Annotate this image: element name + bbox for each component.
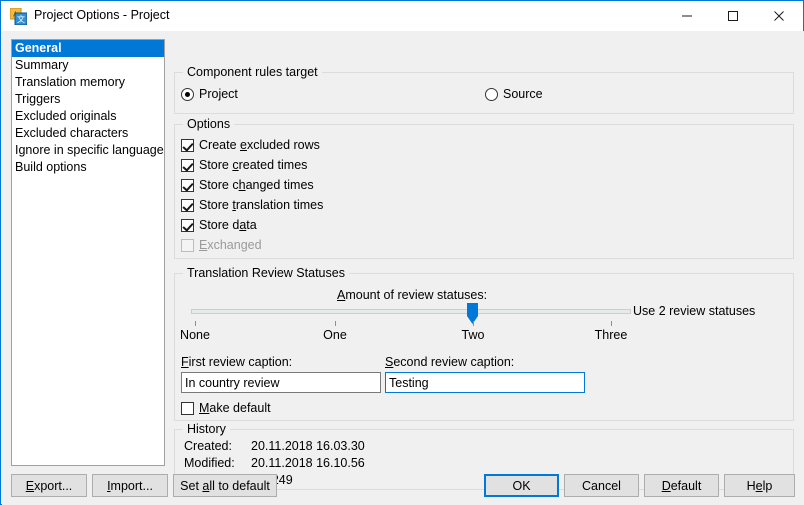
project-options-dialog: A 文 Project Options - Project General — [0, 0, 804, 505]
checkbox-exchanged-icon — [181, 238, 194, 252]
slider-label-one: One — [323, 328, 347, 342]
sidebar-item-general[interactable]: General — [12, 40, 164, 57]
checkbox-make-default[interactable]: Make default — [181, 401, 271, 415]
second-review-caption-input[interactable] — [385, 372, 585, 393]
sidebar-item-excluded-originals[interactable]: Excluded originals — [12, 108, 164, 125]
review-statuses-summary: Use 2 review statuses — [633, 304, 756, 318]
checkbox-store-translation-times[interactable]: Store translation times — [181, 198, 323, 212]
checkbox-make-default-icon — [181, 401, 194, 415]
sidebar-item-triggers[interactable]: Triggers — [12, 91, 164, 108]
translation-review-statuses-group: Translation Review Statuses Amount of re… — [174, 266, 794, 421]
first-review-caption-label: First review caption: — [181, 355, 293, 369]
checkbox-create-excluded-rows-icon — [181, 138, 194, 152]
sidebar-item-ignore-languages[interactable]: Ignore in specific languages — [12, 142, 164, 159]
history-created-label: Created: — [184, 439, 232, 453]
checkbox-exchanged: Exchanged — [181, 238, 262, 252]
sidebar-item-excluded-characters[interactable]: Excluded characters — [12, 125, 164, 142]
close-icon — [756, 10, 802, 22]
options-title: Options — [183, 117, 235, 131]
maximize-icon — [710, 10, 756, 22]
checkbox-store-created-times-icon — [181, 158, 194, 172]
slider-label-three: Three — [594, 328, 628, 342]
radio-project-icon — [181, 87, 194, 101]
title-bar: A 文 Project Options - Project — [1, 1, 803, 32]
checkbox-store-changed-times-icon — [181, 178, 194, 192]
slider-tick-two — [473, 321, 474, 326]
history-modified-value: 20.11.2018 16.10.56 — [251, 456, 365, 470]
checkbox-store-data[interactable]: Store data — [181, 218, 257, 232]
history-title: History — [183, 422, 230, 436]
radio-source[interactable]: Source — [485, 87, 543, 101]
first-review-caption-input[interactable] — [181, 372, 381, 393]
minimize-icon — [664, 10, 710, 22]
radio-project[interactable]: Project — [181, 87, 238, 101]
sidebar-item-build-options[interactable]: Build options — [12, 159, 164, 176]
ok-button[interactable]: OK — [484, 474, 559, 497]
import-button[interactable]: Import... — [92, 474, 168, 497]
checkbox-store-created-times[interactable]: Store created times — [181, 158, 307, 172]
radio-source-icon — [485, 87, 498, 101]
close-button[interactable] — [756, 1, 802, 30]
default-button[interactable]: Default — [644, 474, 719, 497]
history-created-value: 20.11.2018 16.03.30 — [251, 439, 365, 453]
help-button[interactable]: Help — [724, 474, 795, 497]
checkbox-store-translation-times-icon — [181, 198, 194, 212]
slider-label-two: Two — [461, 328, 485, 342]
translation-review-statuses-title: Translation Review Statuses — [183, 266, 349, 280]
slider-tick-one — [335, 321, 336, 326]
review-statuses-slider[interactable] — [191, 309, 631, 314]
sidebar-item-translation-memory[interactable]: Translation memory — [12, 74, 164, 91]
second-review-caption-label: Second review caption: — [385, 355, 515, 369]
sidebar-item-summary[interactable]: Summary — [12, 57, 164, 74]
svg-text:文: 文 — [17, 14, 25, 24]
slider-tick-none — [195, 321, 196, 326]
radio-project-label: Project — [199, 87, 238, 101]
window-title: Project Options - Project — [34, 8, 170, 22]
slider-label-none: None — [180, 328, 210, 342]
component-rules-target-title: Component rules target — [183, 65, 322, 79]
component-rules-target-group: Component rules target Project Source — [174, 65, 794, 114]
category-listbox[interactable]: General Summary Translation memory Trigg… — [11, 39, 165, 466]
cancel-button[interactable]: Cancel — [564, 474, 639, 497]
radio-source-label: Source — [503, 87, 543, 101]
checkbox-store-changed-times[interactable]: Store changed times — [181, 178, 314, 192]
options-group: Options Create excluded rows Store creat… — [174, 117, 794, 259]
checkbox-create-excluded-rows[interactable]: Create excluded rows — [181, 138, 320, 152]
checkbox-store-data-icon — [181, 218, 194, 232]
set-all-to-default-button[interactable]: Set all to default — [173, 474, 277, 497]
minimize-button[interactable] — [664, 1, 710, 30]
maximize-button[interactable] — [710, 1, 756, 30]
slider-caption-label: Amount of review statuses: — [337, 288, 488, 302]
export-button[interactable]: Export... — [11, 474, 87, 497]
slider-tick-three — [611, 321, 612, 326]
app-icon: A 文 — [9, 7, 28, 26]
dialog-client-area: General Summary Translation memory Trigg… — [2, 31, 804, 505]
history-modified-label: Modified: — [184, 456, 235, 470]
